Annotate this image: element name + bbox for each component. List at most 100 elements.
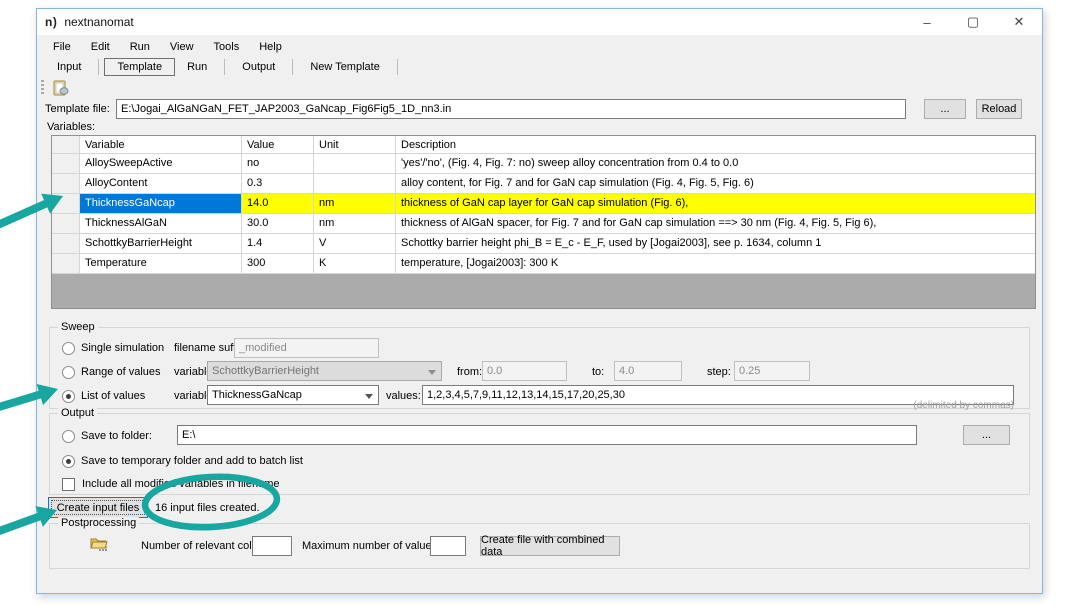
variables-label: Variables: [47, 121, 95, 133]
sweep-group-label: Sweep [58, 321, 98, 333]
cell-value[interactable]: 0.3 [242, 174, 314, 193]
step-input [734, 361, 810, 381]
table-row[interactable]: SchottkyBarrierHeight 1.4 V Schottky bar… [52, 234, 1035, 254]
relevant-column-input[interactable] [252, 536, 292, 556]
minimize-button[interactable]: – [904, 9, 950, 35]
cell-description[interactable]: alloy content, for Fig. 7 and for GaN ca… [396, 174, 1035, 193]
row-selector[interactable] [52, 234, 80, 253]
single-simulation-radio[interactable] [62, 342, 75, 355]
maximize-button[interactable]: ▢ [950, 9, 996, 35]
from-input [482, 361, 567, 381]
tab-separator [98, 59, 99, 75]
cell-unit[interactable]: K [314, 254, 396, 273]
single-simulation-label: Single simulation [81, 342, 164, 354]
menu-file[interactable]: File [43, 38, 81, 56]
table-header-row: Variable Value Unit Description [52, 136, 1035, 154]
row-selector[interactable] [52, 254, 80, 273]
sweep-group: Sweep Single simulation filename suffix:… [49, 327, 1030, 409]
col-value[interactable]: Value [242, 136, 314, 153]
cell-description[interactable]: temperature, [Jogai2003]: 300 K [396, 254, 1035, 273]
row-selector[interactable] [52, 154, 80, 173]
cell-description[interactable]: thickness of GaN cap layer for GaN cap s… [396, 194, 1035, 213]
cell-variable[interactable]: AlloyContent [80, 174, 242, 193]
output-group-label: Output [58, 407, 97, 419]
to-input [614, 361, 682, 381]
table-row[interactable]: ThicknessAlGaN 30.0 nm thickness of AlGa… [52, 214, 1035, 234]
close-button[interactable]: ✕ [996, 9, 1042, 35]
row-selector[interactable] [52, 194, 80, 213]
cell-unit[interactable]: V [314, 234, 396, 253]
cell-value[interactable]: 1.4 [242, 234, 314, 253]
row-selector-header [52, 136, 80, 153]
cell-variable[interactable]: Temperature [80, 254, 242, 273]
menu-tools[interactable]: Tools [204, 38, 250, 56]
tab-strip: Input Template Run Output New Template [37, 57, 403, 77]
tab-separator [397, 59, 398, 75]
cell-unit[interactable] [314, 154, 396, 173]
variables-table: Variable Value Unit Description AlloySwe… [51, 135, 1036, 309]
cell-unit[interactable] [314, 174, 396, 193]
template-file-label: Template file: [45, 103, 110, 115]
table-row[interactable]: Temperature 300 K temperature, [Jogai200… [52, 254, 1035, 274]
cell-value[interactable]: 14.0 [242, 194, 314, 213]
reload-button[interactable]: Reload [976, 99, 1022, 119]
chevron-down-icon [428, 370, 436, 375]
cell-variable[interactable]: SchottkyBarrierHeight [80, 234, 242, 253]
cell-unit[interactable]: nm [314, 214, 396, 233]
tab-run[interactable]: Run [175, 59, 219, 75]
tab-separator [292, 59, 293, 75]
step-label: step: [707, 366, 731, 378]
include-variables-checkbox[interactable] [62, 478, 75, 491]
range-variable-value: SchottkyBarrierHeight [212, 365, 319, 377]
from-label: from: [457, 366, 482, 378]
menu-bar: File Edit Run View Tools Help [37, 37, 292, 57]
cell-variable[interactable]: ThicknessAlGaN [80, 214, 242, 233]
create-combined-file-button[interactable]: Create file with combined data [480, 536, 620, 556]
cell-description[interactable]: thickness of AlGaN spacer, for Fig. 7 an… [396, 214, 1035, 233]
table-row[interactable]: AlloySweepActive no 'yes'/'no', (Fig. 4,… [52, 154, 1035, 174]
col-description[interactable]: Description [396, 136, 1035, 153]
col-variable[interactable]: Variable [80, 136, 242, 153]
tab-template[interactable]: Template [104, 58, 175, 76]
output-group: Output Save to folder: ... Save to tempo… [49, 413, 1030, 495]
cell-variable[interactable]: AlloySweepActive [80, 154, 242, 173]
row-selector[interactable] [52, 214, 80, 233]
cell-description[interactable]: 'yes'/'no', (Fig. 4, Fig. 7: no) sweep a… [396, 154, 1035, 173]
range-variable-combo: SchottkyBarrierHeight [207, 361, 442, 381]
row-selector[interactable] [52, 174, 80, 193]
menu-view[interactable]: View [160, 38, 204, 56]
col-unit[interactable]: Unit [314, 136, 396, 153]
value-lines-input[interactable] [430, 536, 466, 556]
app-window: n) nextnanomat – ▢ ✕ File Edit Run View … [36, 8, 1043, 594]
open-template-icon[interactable] [52, 80, 69, 97]
save-to-folder-radio[interactable] [62, 430, 75, 443]
list-of-values-radio[interactable] [62, 390, 75, 403]
tab-new-template[interactable]: New Template [298, 59, 392, 75]
postprocessing-group: Postprocessing Number of relevant column… [49, 523, 1030, 569]
menu-edit[interactable]: Edit [81, 38, 120, 56]
range-of-values-radio[interactable] [62, 366, 75, 379]
table-row-selected[interactable]: ThicknessGaNcap 14.0 nm thickness of GaN… [52, 194, 1035, 214]
output-folder-browse-button[interactable]: ... [963, 425, 1010, 445]
cell-variable[interactable]: ThicknessGaNcap [80, 194, 242, 213]
cell-value[interactable]: 300 [242, 254, 314, 273]
menu-run[interactable]: Run [120, 38, 160, 56]
output-folder-input[interactable] [177, 425, 917, 445]
cell-value[interactable]: no [242, 154, 314, 173]
open-folder-icon[interactable] [90, 534, 108, 552]
toolbar-grip [41, 80, 44, 96]
table-row[interactable]: AlloyContent 0.3 alloy content, for Fig.… [52, 174, 1035, 194]
save-to-temp-label: Save to temporary folder and add to batc… [81, 455, 303, 467]
save-to-temp-radio[interactable] [62, 455, 75, 468]
cell-value[interactable]: 30.0 [242, 214, 314, 233]
cell-unit[interactable]: nm [314, 194, 396, 213]
to-label: to: [592, 366, 604, 378]
template-file-input[interactable] [116, 99, 906, 119]
list-variable-combo[interactable]: ThicknessGaNcap [207, 385, 379, 405]
create-input-files-button[interactable]: Create input files [48, 497, 148, 518]
template-browse-button[interactable]: ... [924, 99, 966, 119]
menu-help[interactable]: Help [249, 38, 292, 56]
tab-output[interactable]: Output [230, 59, 287, 75]
cell-description[interactable]: Schottky barrier height phi_B = E_c - E_… [396, 234, 1035, 253]
tab-input[interactable]: Input [45, 59, 93, 75]
